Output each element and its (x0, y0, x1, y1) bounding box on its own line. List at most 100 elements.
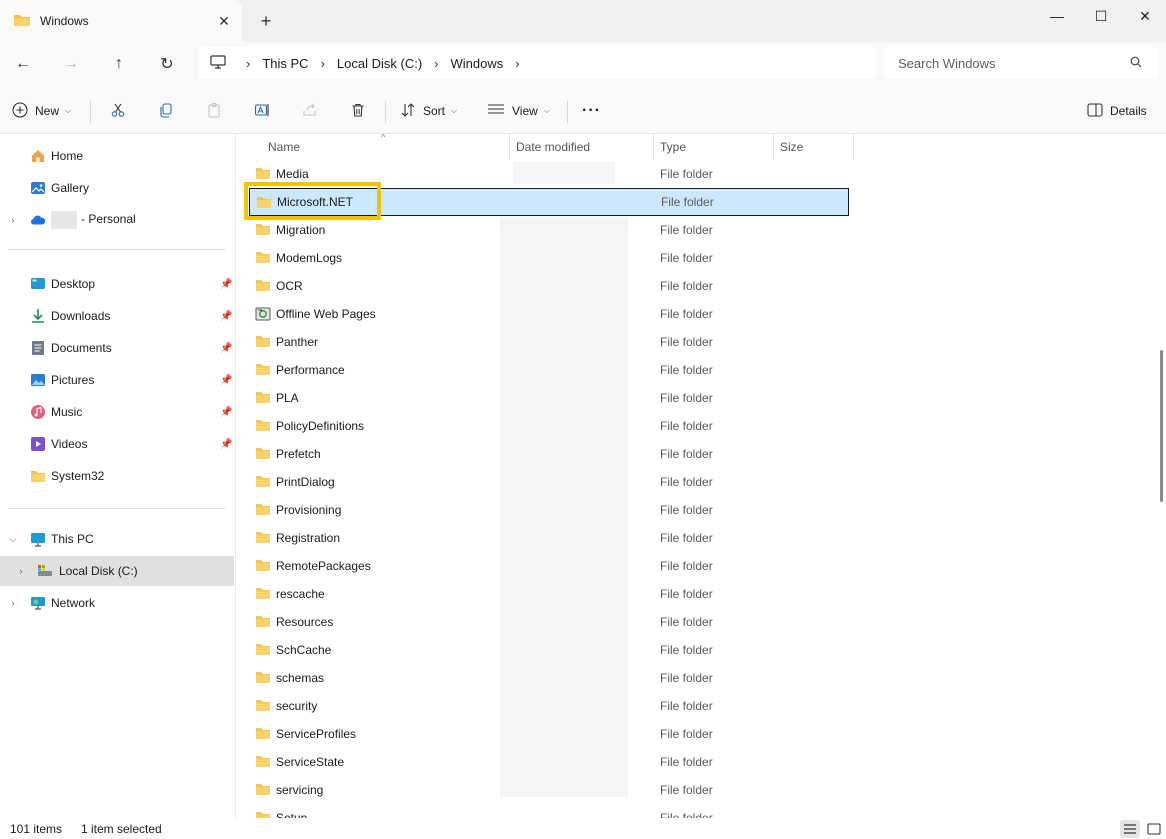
divider (567, 101, 568, 123)
pin-icon[interactable]: 📌 (220, 407, 232, 418)
chevron-right-icon[interactable]: › (515, 56, 519, 71)
chevron-right-icon[interactable]: › (246, 56, 250, 71)
file-name: OCR (276, 279, 303, 293)
file-type: File folder (660, 419, 713, 433)
chevron-right-icon[interactable]: › (434, 56, 438, 71)
search-box[interactable] (884, 47, 1158, 79)
address-bar[interactable]: › This PC › Local Disk (C:) › Windows › (198, 47, 876, 79)
table-row[interactable]: ServiceProfiles File folder (249, 720, 849, 748)
sidebar-item-gallery[interactable]: Gallery (0, 173, 234, 203)
table-row[interactable]: Media File folder (249, 160, 849, 188)
folder-icon (255, 670, 271, 687)
sidebar-item-label: Local Disk (C:) (59, 564, 138, 578)
tab-windows[interactable]: Windows ✕ (0, 0, 242, 42)
column-header-date-modified[interactable]: Date modified (508, 134, 653, 160)
videos-icon (30, 436, 46, 452)
rename-button[interactable] (248, 97, 276, 125)
divider (8, 249, 226, 250)
sidebar-item-videos[interactable]: Videos 📌 (0, 429, 234, 459)
details-button[interactable]: Details (1087, 97, 1147, 125)
column-header-size[interactable]: Size (772, 134, 852, 160)
share-button[interactable] (296, 97, 324, 125)
close-window-button[interactable]: ✕ (1122, 0, 1166, 32)
breadcrumb-windows[interactable]: Windows (451, 56, 504, 71)
chevron-right-icon[interactable]: › (16, 566, 26, 576)
table-row[interactable]: Performance File folder (249, 356, 849, 384)
sidebar-item-music[interactable]: Music 📌 (0, 397, 234, 427)
sidebar-item-network[interactable]: › Network (0, 588, 234, 618)
delete-button[interactable] (344, 97, 372, 125)
view-button[interactable]: View ⌵ (487, 97, 550, 125)
paste-button[interactable] (200, 97, 228, 125)
close-tab-icon[interactable]: ✕ (216, 13, 232, 29)
table-row[interactable]: PLA File folder (249, 384, 849, 412)
sidebar-item-local-disk[interactable]: › Local Disk (C:) (0, 556, 234, 586)
new-button[interactable]: New ⌵ (12, 97, 71, 125)
new-tab-button[interactable]: + (256, 12, 276, 32)
breadcrumb-local-disk[interactable]: Local Disk (C:) (337, 56, 422, 71)
copy-button[interactable] (152, 97, 180, 125)
sort-button[interactable]: Sort ⌵ (400, 97, 457, 125)
scrollbar-thumb[interactable] (1160, 350, 1163, 502)
table-row[interactable]: SchCache File folder (249, 636, 849, 664)
scissors-icon (110, 102, 126, 121)
table-row[interactable]: Prefetch File folder (249, 440, 849, 468)
table-row[interactable]: Registration File folder (249, 524, 849, 552)
table-row[interactable]: PolicyDefinitions File folder (249, 412, 849, 440)
sidebar-item-pictures[interactable]: Pictures 📌 (0, 365, 234, 395)
breadcrumb-this-pc[interactable]: This PC (262, 56, 308, 71)
table-row[interactable]: servicing File folder (249, 776, 849, 804)
table-row[interactable]: security File folder (249, 692, 849, 720)
sidebar-item-this-pc[interactable]: ⌵ This PC (0, 524, 234, 554)
more-options-button[interactable]: ··· (582, 97, 601, 125)
tiles-view-icon[interactable] (1144, 820, 1164, 838)
pin-icon[interactable]: 📌 (220, 311, 232, 322)
vertical-scrollbar[interactable] (1159, 134, 1166, 818)
minimize-button[interactable]: — (1034, 0, 1080, 32)
pin-icon[interactable]: 📌 (220, 439, 232, 450)
sidebar-item-onedrive[interactable]: › - Personal (0, 205, 234, 235)
chevron-right-icon[interactable]: › (8, 598, 18, 608)
column-header-type[interactable]: Type (652, 134, 772, 160)
table-row[interactable]: schemas File folder (249, 664, 849, 692)
details-view-icon[interactable] (1120, 820, 1140, 838)
table-row[interactable]: Migration File folder (249, 216, 849, 244)
view-label: View (512, 104, 538, 118)
table-row[interactable]: ModemLogs File folder (249, 244, 849, 272)
refresh-button[interactable]: ↻ (151, 50, 183, 78)
forward-button[interactable]: → (55, 50, 87, 78)
pin-icon[interactable]: 📌 (220, 343, 232, 354)
sidebar-item-desktop[interactable]: Desktop 📌 (0, 269, 234, 299)
table-row[interactable]: OCR File folder (249, 272, 849, 300)
table-row[interactable]: Microsoft.NET File folder (249, 188, 849, 216)
table-row[interactable]: PrintDialog File folder (249, 468, 849, 496)
table-row[interactable]: Setup File folder (249, 804, 849, 818)
search-input[interactable] (898, 55, 1128, 71)
table-row[interactable]: Provisioning File folder (249, 496, 849, 524)
file-type: File folder (660, 531, 713, 545)
table-row[interactable]: RemotePackages File folder (249, 552, 849, 580)
sidebar-item-downloads[interactable]: Downloads 📌 (0, 301, 234, 331)
maximize-button[interactable]: ☐ (1078, 0, 1124, 32)
chevron-down-icon[interactable]: ⌵ (8, 534, 18, 545)
chevron-right-icon[interactable]: › (8, 215, 18, 225)
column-divider[interactable] (853, 134, 854, 160)
table-row[interactable]: ServiceState File folder (249, 748, 849, 776)
sidebar-item-label: This PC (51, 532, 94, 546)
column-header-name[interactable]: Name (260, 134, 510, 160)
up-button[interactable]: ↑ (103, 50, 135, 78)
sidebar-item-home[interactable]: Home (0, 141, 234, 171)
table-row[interactable]: Offline Web Pages File folder (249, 300, 849, 328)
back-button[interactable]: ← (7, 50, 39, 78)
chevron-right-icon[interactable]: › (321, 56, 325, 71)
sidebar-item-system32[interactable]: System32 (0, 461, 234, 491)
command-bar: New ⌵ Sort ⌵ View ⌵ ··· Details (0, 87, 1166, 134)
table-row[interactable]: rescache File folder (249, 580, 849, 608)
pin-icon[interactable]: 📌 (220, 279, 232, 290)
sidebar-item-documents[interactable]: Documents 📌 (0, 333, 234, 363)
computer-icon[interactable] (210, 54, 226, 72)
table-row[interactable]: Panther File folder (249, 328, 849, 356)
pin-icon[interactable]: 📌 (220, 375, 232, 386)
cut-button[interactable] (104, 97, 132, 125)
table-row[interactable]: Resources File folder (249, 608, 849, 636)
